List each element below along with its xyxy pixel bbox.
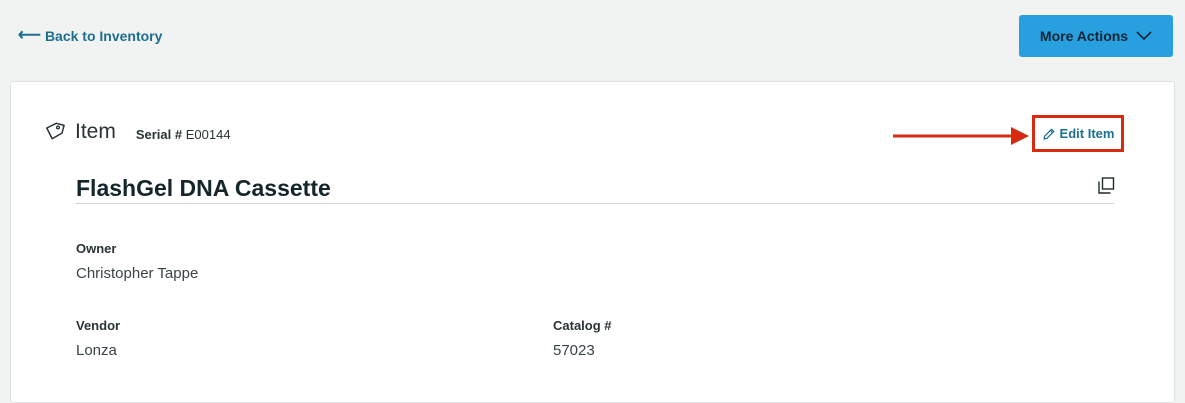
item-name: FlashGel DNA Cassette [76,175,331,201]
catalog-field: Catalog # 57023 [553,318,612,359]
left-arrow-icon: ⟵ [18,27,41,44]
vendor-value: Lonza [76,342,117,359]
copy-icon[interactable] [1098,177,1115,194]
serial-number: Serial # E00144 [136,127,231,142]
back-link-label: Back to Inventory [44,28,163,44]
owner-value: Christopher Tappe [76,265,199,282]
chevron-down-icon [1136,31,1152,41]
edit-item-label: Edit Item [1059,126,1115,141]
owner-field: Owner Christopher Tappe [76,241,198,282]
catalog-value: 57023 [553,342,595,359]
item-section-title: Item [75,120,116,143]
pencil-icon [1042,128,1054,140]
vendor-field: Vendor Lonza [76,318,120,359]
serial-value: E00144 [185,126,231,142]
item-card: Item Serial # E00144 Edit Item FlashGel … [10,81,1175,403]
more-actions-label: More Actions [1039,28,1129,44]
owner-label: Owner [76,241,117,256]
vendor-label: Vendor [76,318,121,333]
annotation-arrow-icon [893,127,1029,145]
tag-icon [46,122,65,140]
more-actions-button[interactable]: More Actions [1019,15,1173,57]
serial-label: Serial # [135,126,183,142]
edit-item-highlight: Edit Item [1032,115,1124,152]
back-to-inventory-link[interactable]: ⟵ Back to Inventory [18,27,163,45]
edit-item-button[interactable]: Edit Item [1042,126,1115,141]
item-name-divider [76,203,1114,204]
catalog-label: Catalog # [553,318,612,333]
item-header: Item Serial # E00144 [43,120,231,144]
top-bar: ⟵ Back to Inventory More Actions [0,0,1185,82]
